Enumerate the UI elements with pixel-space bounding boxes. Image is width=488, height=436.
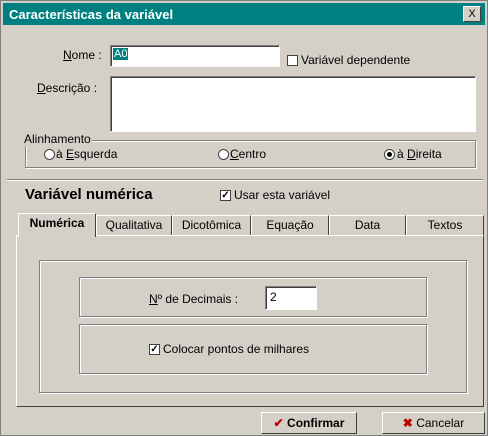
thousands-checkbox[interactable]: ✓ xyxy=(149,344,160,355)
nome-label: Nome : xyxy=(63,48,102,62)
tab-equacao[interactable]: Equação xyxy=(251,215,329,235)
align-center-label: Centro xyxy=(230,147,267,161)
confirm-button[interactable]: ✔ Confirmar xyxy=(261,412,357,434)
window-title: Características da variável xyxy=(9,7,174,22)
nome-value: A0 xyxy=(113,48,129,60)
dependent-label: Variável dependente xyxy=(301,53,411,67)
thousands-label: Colocar pontos de milhares xyxy=(163,342,310,356)
cancel-label: Cancelar xyxy=(416,416,465,430)
close-button[interactable]: X xyxy=(463,6,481,22)
descricao-label: Descrição : xyxy=(37,81,98,95)
dependent-checkbox[interactable] xyxy=(287,55,298,66)
descricao-textarea[interactable] xyxy=(110,76,476,132)
cancel-x-icon: ✖ xyxy=(402,416,413,430)
align-right-radio[interactable] xyxy=(384,149,395,160)
section-divider xyxy=(7,179,483,181)
dialog-window: Características da variável X Nome : A0 … xyxy=(0,0,488,436)
confirm-label: Confirmar xyxy=(287,416,345,430)
align-center-radio[interactable] xyxy=(218,149,229,160)
align-right-label: à Direita xyxy=(397,147,442,161)
title-bar[interactable]: Características da variável X xyxy=(3,3,485,25)
decimals-input[interactable]: 2 xyxy=(265,286,317,310)
section-title: Variável numérica xyxy=(25,186,153,203)
decimals-label: Nº de Decimais : xyxy=(149,292,239,306)
nome-input[interactable]: A0 xyxy=(110,45,280,67)
decimals-group xyxy=(79,277,427,317)
tab-data[interactable]: Data xyxy=(329,215,406,235)
alignment-legend: Alinhamento xyxy=(23,132,92,146)
tab-dicotomica[interactable]: Dicotômica xyxy=(172,215,251,235)
align-left-label: à Esquerda xyxy=(56,147,118,161)
use-variable-checkbox[interactable]: ✓ xyxy=(220,190,231,201)
tab-numerica[interactable]: Numérica xyxy=(18,213,96,237)
cancel-button[interactable]: ✖ Cancelar xyxy=(382,412,485,434)
tab-textos[interactable]: Textos xyxy=(406,215,484,235)
decimals-value: 2 xyxy=(270,290,277,304)
use-variable-label: Usar esta variável xyxy=(234,188,331,202)
check-icon: ✔ xyxy=(273,416,284,430)
tab-qualitativa[interactable]: Qualitativa xyxy=(96,215,172,235)
align-left-radio[interactable] xyxy=(44,149,55,160)
